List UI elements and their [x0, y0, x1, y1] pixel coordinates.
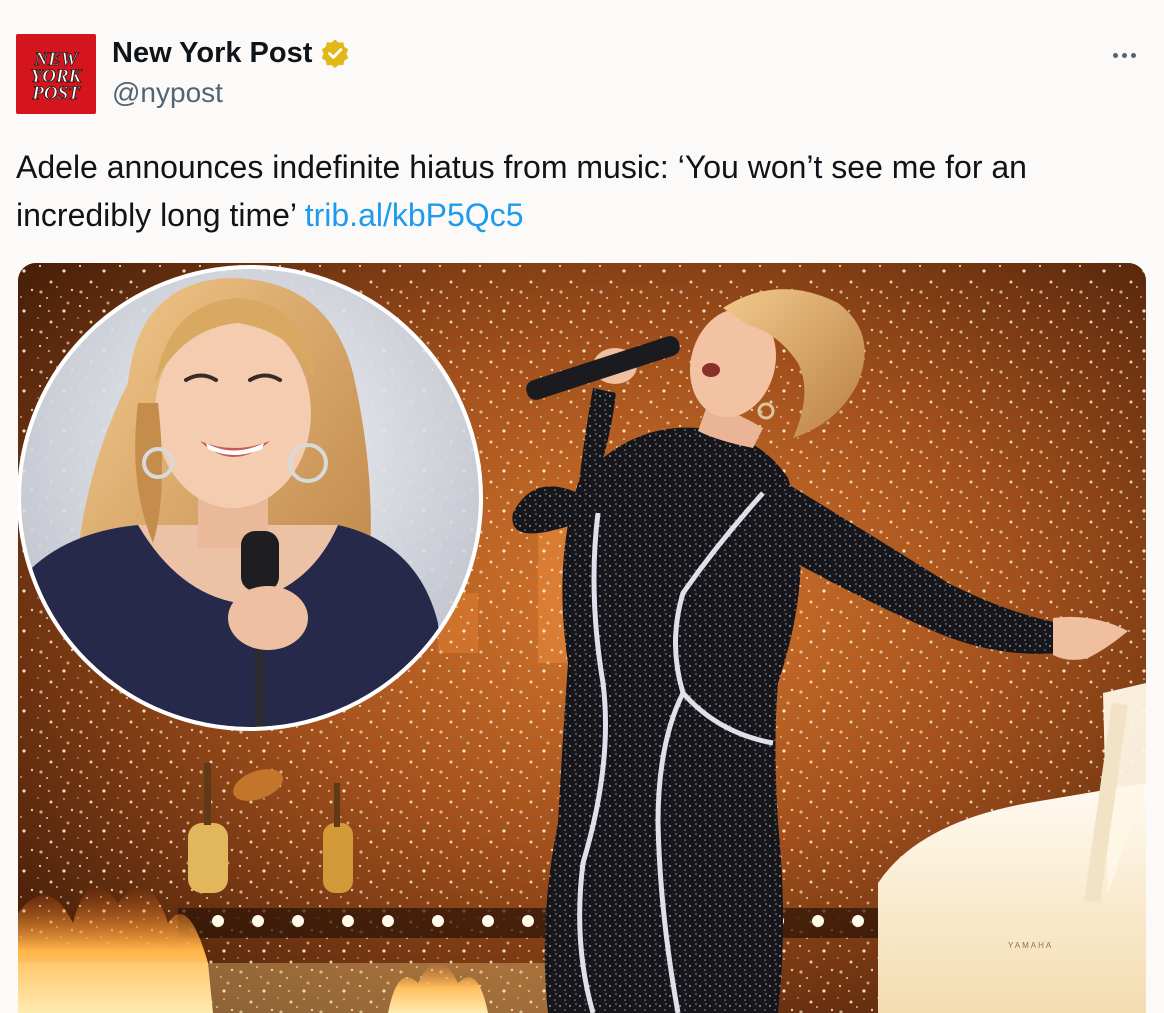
author-handle[interactable]: @nypost: [112, 76, 223, 110]
author-name-text: New York Post: [112, 37, 313, 69]
concert-photo: YAMAHA: [18, 263, 1146, 1013]
dot: [1130, 52, 1136, 58]
more-horizontal-icon[interactable]: [1104, 40, 1144, 70]
logo-line-3: POST: [31, 83, 81, 104]
gold-check-icon: [322, 39, 349, 68]
tweet: NEW YORK POST New York Post @nypost Adel…: [0, 0, 1164, 1013]
tweet-link[interactable]: trib.al/kbP5Qc5: [305, 197, 524, 233]
dot: [1121, 52, 1127, 58]
tweet-text: Adele announces indefinite hiatus from m…: [16, 143, 1146, 239]
tweet-media-image[interactable]: YAMAHA: [18, 263, 1146, 1013]
dot: [1112, 52, 1118, 58]
nypost-logo-icon: NEW YORK POST: [30, 49, 83, 105]
piano-brand: YAMAHA: [1008, 941, 1053, 950]
avatar-logo[interactable]: NEW YORK POST: [16, 34, 96, 114]
author-display-name[interactable]: New York Post: [112, 36, 350, 70]
